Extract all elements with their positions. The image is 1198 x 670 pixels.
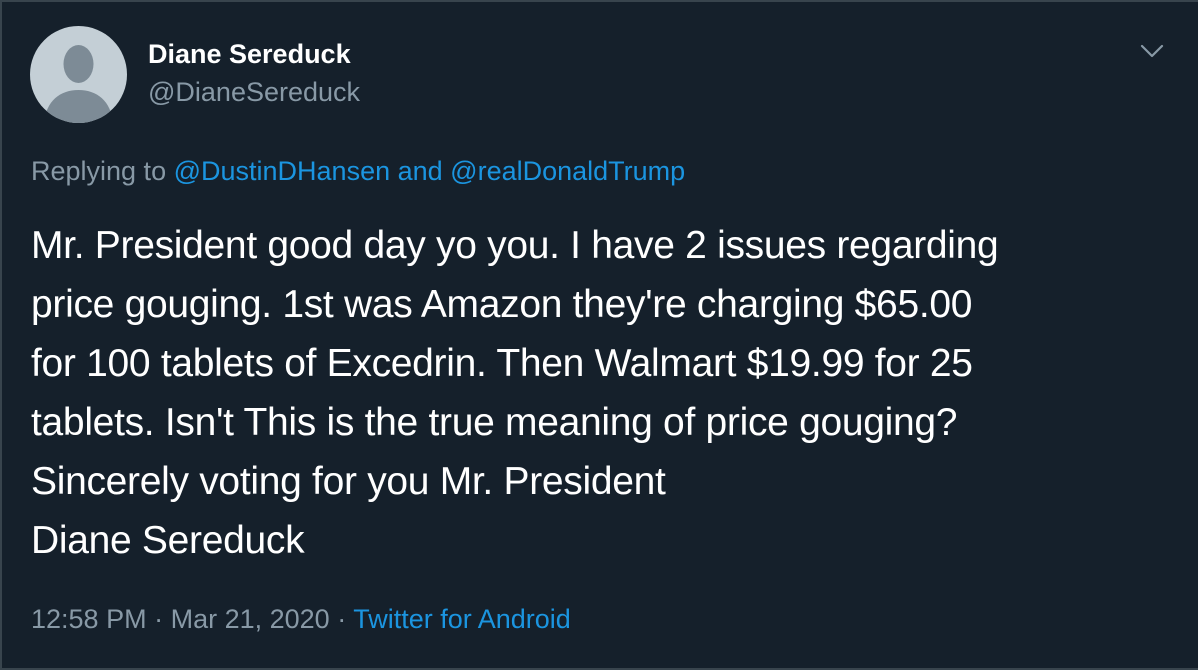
tweet-text-line: Mr. President good day yo you. I have 2 … xyxy=(31,224,999,267)
meta-separator: · xyxy=(329,604,354,634)
tweet-date[interactable]: Mar 21, 2020 xyxy=(171,604,330,634)
chevron-down-icon xyxy=(1140,44,1164,58)
tweet-text-line: Diane Sereduck xyxy=(31,519,305,562)
mention-conjunction[interactable]: and xyxy=(390,156,450,186)
tweet-text: Mr. President good day yo you. I have 2 … xyxy=(31,216,1181,570)
replying-to: Replying to @DustinDHansen and @realDona… xyxy=(31,156,685,187)
avatar[interactable] xyxy=(30,26,127,123)
replying-to-label: Replying to xyxy=(31,156,174,186)
tweet-text-line: for 100 tablets of Excedrin. Then Walmar… xyxy=(31,342,973,385)
mention-link-realdonaldtrump[interactable]: @realDonaldTrump xyxy=(450,156,685,186)
tweet-meta: 12:58 PM · Mar 21, 2020 · Twitter for An… xyxy=(31,604,571,635)
author-display-name[interactable]: Diane Sereduck xyxy=(148,39,351,70)
meta-separator: · xyxy=(146,604,171,634)
more-options-button[interactable] xyxy=(1134,36,1170,66)
mention-link-dustindhansen[interactable]: @DustinDHansen xyxy=(174,156,391,186)
default-profile-icon xyxy=(44,45,113,123)
tweet-text-line: price gouging. 1st was Amazon they're ch… xyxy=(31,283,973,326)
tweet-text-line: Sincerely voting for you Mr. President xyxy=(31,460,666,503)
author-handle[interactable]: @DianeSereduck xyxy=(148,77,360,108)
tweet-card: Diane Sereduck @DianeSereduck Replying t… xyxy=(0,0,1198,670)
tweet-text-line: tablets. Isn't This is the true meaning … xyxy=(31,401,958,444)
tweet-source-link[interactable]: Twitter for Android xyxy=(353,604,571,634)
tweet-time[interactable]: 12:58 PM xyxy=(31,604,147,634)
